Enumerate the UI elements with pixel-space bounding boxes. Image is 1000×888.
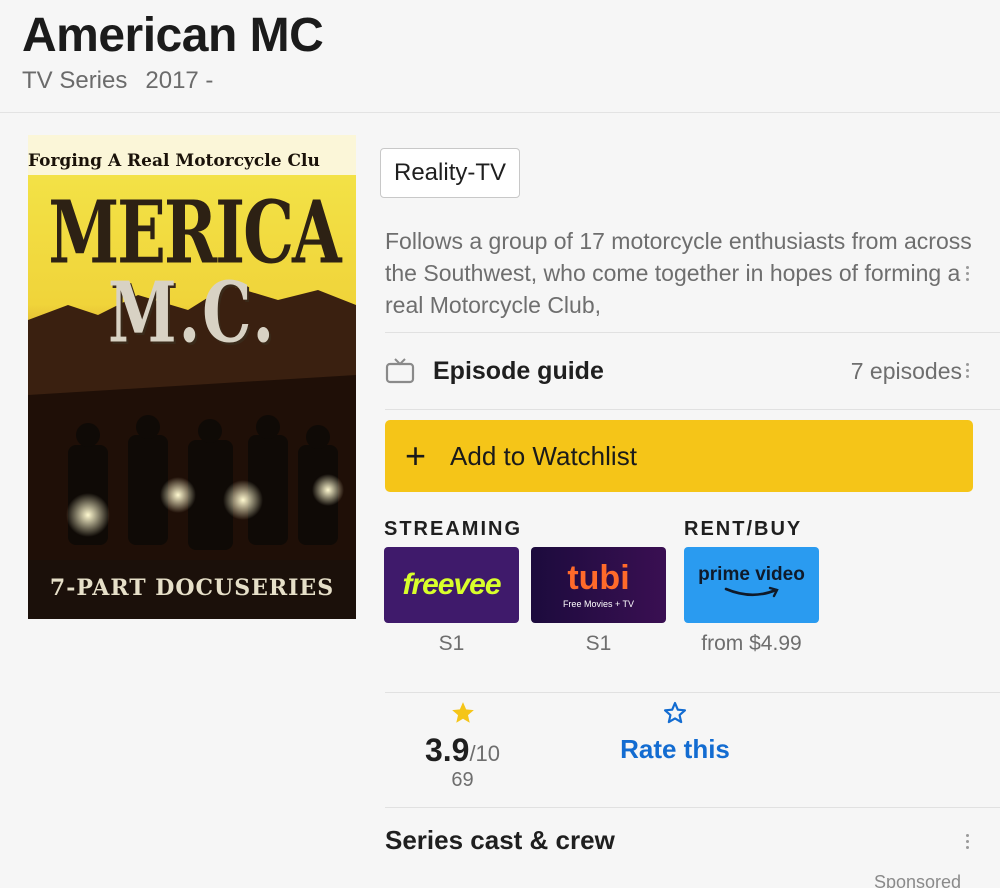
amazon-smile-icon (724, 586, 779, 598)
star-filled-icon (451, 702, 474, 723)
poster-tagline: Forging A Real Motorcycle Clu (28, 151, 320, 171)
genre-chip[interactable]: Reality-TV (380, 148, 521, 198)
poster-title-line2: M.C. (107, 263, 277, 362)
rating-count: 69 (451, 769, 474, 791)
title-meta: TV Series 2017 - (22, 67, 213, 95)
sponsored-label: Sponsored (874, 872, 962, 888)
rating-max: /10 (469, 741, 501, 766)
tubi-provider-tile[interactable]: tubi Free Movies + TV (531, 547, 666, 623)
add-to-watchlist-button[interactable]: + Add to Watchlist (385, 420, 973, 492)
tv-icon (385, 358, 415, 384)
freevee-provider-tile[interactable]: freevee (384, 547, 519, 623)
plus-icon: + (405, 435, 427, 476)
page-title: American MC (22, 9, 324, 62)
divider (385, 692, 1000, 693)
star-outline-icon (663, 701, 687, 724)
freevee-availability: S1 (438, 632, 465, 655)
rent-buy-heading: RENT/BUY (684, 518, 803, 540)
header-divider (0, 112, 1000, 113)
prime-video-provider-tile[interactable]: prime video (684, 547, 819, 623)
poster-image[interactable]: Forging A Real Motorcycle Clu MERICA M.C… (28, 135, 356, 619)
title-years: 2017 - (145, 67, 214, 94)
title-type: TV Series (22, 67, 128, 94)
poster-footer: 7-PART DOCUSERIES (49, 575, 335, 601)
episode-more-icon[interactable] (964, 363, 970, 378)
episode-count: 7 episodes (850, 357, 962, 384)
divider (385, 332, 1000, 333)
cast-more-icon[interactable] (964, 834, 970, 849)
prime-video-price: from $4.99 (701, 632, 802, 655)
divider (385, 409, 1000, 410)
title-detail-page: American MC TV Series 2017 - Forging A R… (0, 0, 1000, 888)
tubi-tagline: Free Movies + TV (562, 599, 635, 609)
plot-more-icon[interactable] (964, 266, 970, 281)
rate-this-label: Rate this (620, 734, 730, 764)
plot-summary[interactable]: Follows a group of 17 motorcycle enthusi… (385, 225, 975, 321)
episode-guide-row[interactable]: Episode guide 7 episodes (385, 340, 980, 402)
divider (385, 807, 1000, 808)
prime-video-logo: prime video (698, 564, 805, 585)
streaming-heading: STREAMING (384, 518, 522, 540)
rating-score: 3.9/10 (405, 732, 520, 769)
add-to-watchlist-label: Add to Watchlist (450, 440, 637, 471)
rate-this-button[interactable]: Rate this (610, 700, 740, 765)
tubi-logo: tubi (567, 559, 630, 597)
rating-value: 3.9 (424, 732, 470, 768)
imdb-rating: 3.9/10 69 (405, 700, 520, 792)
freevee-logo: freevee (402, 568, 501, 601)
episode-guide-label: Episode guide (433, 356, 604, 385)
series-cast-crew-heading[interactable]: Series cast & crew (385, 825, 615, 856)
tubi-availability: S1 (585, 632, 612, 655)
